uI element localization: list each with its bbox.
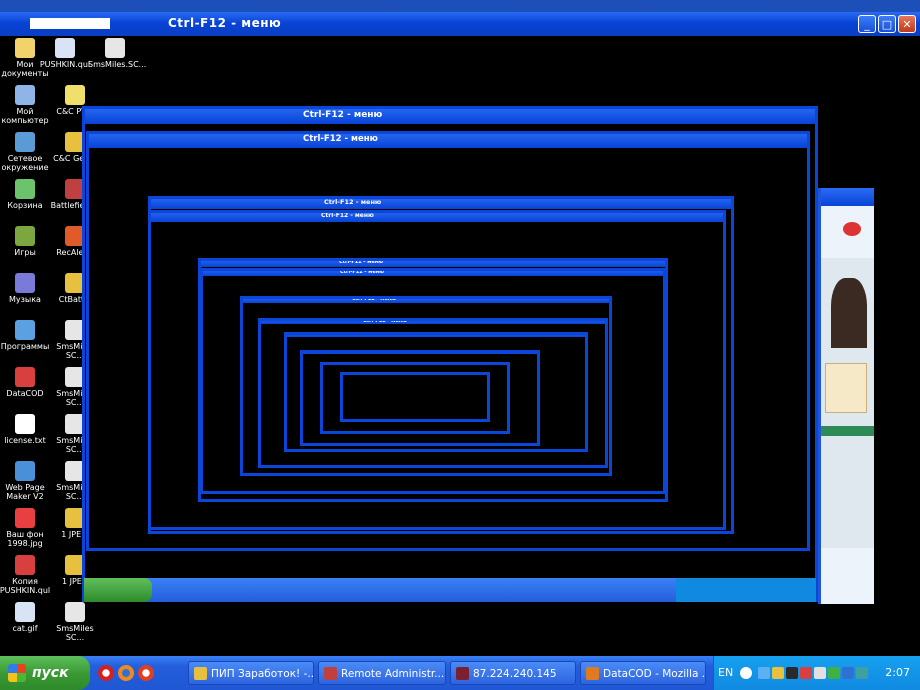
file-icon: [15, 461, 35, 481]
file-icon: [105, 38, 125, 58]
desktop-icon[interactable]: Мой компьютер: [0, 85, 52, 125]
start-button[interactable]: пуск: [0, 656, 90, 690]
browser-window[interactable]: [818, 188, 874, 604]
start-label: пуск: [32, 665, 69, 681]
nested-window-border: [340, 372, 490, 422]
desktop-icon-label: Игры: [14, 248, 36, 257]
system-tray: EN 2:07: [713, 656, 920, 690]
desktop-icon-label: DataCOD: [6, 389, 44, 398]
info-box: [825, 363, 867, 413]
desktop-icon[interactable]: Сетевое окружение: [0, 132, 52, 172]
taskbar-button-label: ПИП Заработок! -...: [211, 668, 314, 680]
app-icon: [194, 667, 207, 680]
tray-monitor-icon[interactable]: [856, 667, 868, 679]
tray-messenger-icon[interactable]: [828, 667, 840, 679]
taskbar-button-label: DataCOD - Mozilla ...: [603, 668, 706, 680]
taskbar-button[interactable]: DataCOD - Mozilla ...: [580, 661, 706, 685]
quicklaunch-firefox-icon[interactable]: [118, 665, 134, 681]
file-icon: [65, 85, 85, 105]
desktop-icon-label: Сетевое окружение: [1, 154, 49, 172]
desktop-icon-label: Мой компьютер: [1, 107, 49, 125]
taskbar-button[interactable]: 87.224.240.145: [450, 661, 576, 685]
taskbar-button[interactable]: Remote Administr...: [318, 661, 446, 685]
file-icon: [15, 508, 35, 528]
desktop-icon[interactable]: DataCOD: [0, 367, 52, 398]
tray-volume-icon[interactable]: [814, 667, 826, 679]
desktop-icon[interactable]: Корзина: [0, 179, 52, 210]
maximize-button[interactable]: □: [878, 15, 896, 33]
window-titlebar[interactable]: Ctrl-F12 - меню _ □ ✕: [0, 12, 920, 36]
language-indicator[interactable]: EN: [718, 666, 733, 679]
file-icon: [15, 602, 35, 622]
person-photo: [831, 278, 867, 348]
quicklaunch-opera-icon[interactable]: [98, 665, 114, 681]
file-icon: [15, 226, 35, 246]
top-edge: [0, 0, 920, 12]
desktop-icon[interactable]: Копия PUSHKIN.qul: [0, 555, 52, 595]
file-icon: [15, 179, 35, 199]
desktop-icon[interactable]: SmsMiles.SC...: [88, 38, 147, 69]
green-bar: [821, 426, 874, 436]
file-icon: [15, 38, 35, 58]
desktop-icon-label: Программы: [0, 342, 50, 351]
desktop-icon[interactable]: SmsMiles SC...: [48, 602, 102, 642]
quicklaunch-email-icon[interactable]: [138, 665, 154, 681]
desktop-icon[interactable]: Web Page Maker V2: [0, 461, 52, 501]
file-icon: [65, 602, 85, 622]
desktop-icon[interactable]: PUSHKIN.qul: [38, 38, 92, 69]
tray-network-icon[interactable]: [758, 667, 770, 679]
nested-start-button: [84, 578, 152, 602]
close-button[interactable]: ✕: [898, 15, 916, 33]
desktop-icon[interactable]: Игры: [0, 226, 52, 257]
desktop-icon-label: cat.gif: [12, 624, 38, 633]
app-icon: [456, 667, 469, 680]
browser-titlebar: [821, 188, 874, 206]
nested-window: Ctrl-F12 - меню: [340, 372, 490, 422]
desktop-icon[interactable]: Программы: [0, 320, 52, 351]
desktop-icon-label: Корзина: [7, 201, 43, 210]
desktop-icon[interactable]: Ваш фон 1998.jpg: [0, 508, 52, 548]
desktop-icon-label: Копия PUSHKIN.qul: [0, 577, 51, 595]
windows-logo-icon: [8, 664, 26, 682]
taskbar-button[interactable]: ПИП Заработок! -...: [188, 661, 314, 685]
tray-security-icon[interactable]: [800, 667, 812, 679]
desktop-icon[interactable]: license.txt: [0, 414, 52, 445]
desktop-icon-label: PUSHKIN.qul: [39, 60, 91, 69]
desktop-icon-label: SmsMiles.SC...: [88, 60, 147, 69]
nested-taskbar: [84, 578, 816, 602]
desktop-icon-label: license.txt: [4, 436, 46, 445]
minimize-button[interactable]: _: [858, 15, 876, 33]
desktop-icon[interactable]: Музыка: [0, 273, 52, 304]
clock[interactable]: 2:07: [885, 666, 910, 679]
tray-arrow-icon[interactable]: [740, 667, 752, 679]
file-icon: [15, 85, 35, 105]
redacted-title-prefix: [30, 18, 110, 29]
adblock-icon: [843, 222, 861, 236]
tray-antivirus-icon[interactable]: [772, 667, 784, 679]
tray-sync-icon[interactable]: [842, 667, 854, 679]
file-icon: [15, 320, 35, 340]
desktop-icon[interactable]: cat.gif: [0, 602, 52, 633]
tray-app-icon[interactable]: [786, 667, 798, 679]
file-icon: [15, 132, 35, 152]
nested-tray: [676, 578, 816, 602]
file-icon: [15, 414, 35, 434]
app-icon: [324, 667, 337, 680]
taskbar-button-label: 87.224.240.145: [473, 668, 557, 680]
desktop-icon-label: Музыка: [9, 295, 41, 304]
app-icon: [586, 667, 599, 680]
desktop-icon-label: SmsMiles SC...: [56, 624, 94, 642]
taskbar: пуск ПИП Заработок! -... Remote Administr…: [0, 656, 920, 690]
window-title: Ctrl-F12 - меню: [168, 16, 282, 30]
taskbar-button-label: Remote Administr...: [341, 668, 445, 680]
file-icon: [55, 38, 75, 58]
desktop-icon-label: Ваш фон 1998.jpg: [6, 530, 44, 548]
file-icon: [15, 273, 35, 293]
file-icon: [15, 367, 35, 387]
desktop-icon-label: Web Page Maker V2: [5, 483, 45, 501]
file-icon: [15, 555, 35, 575]
